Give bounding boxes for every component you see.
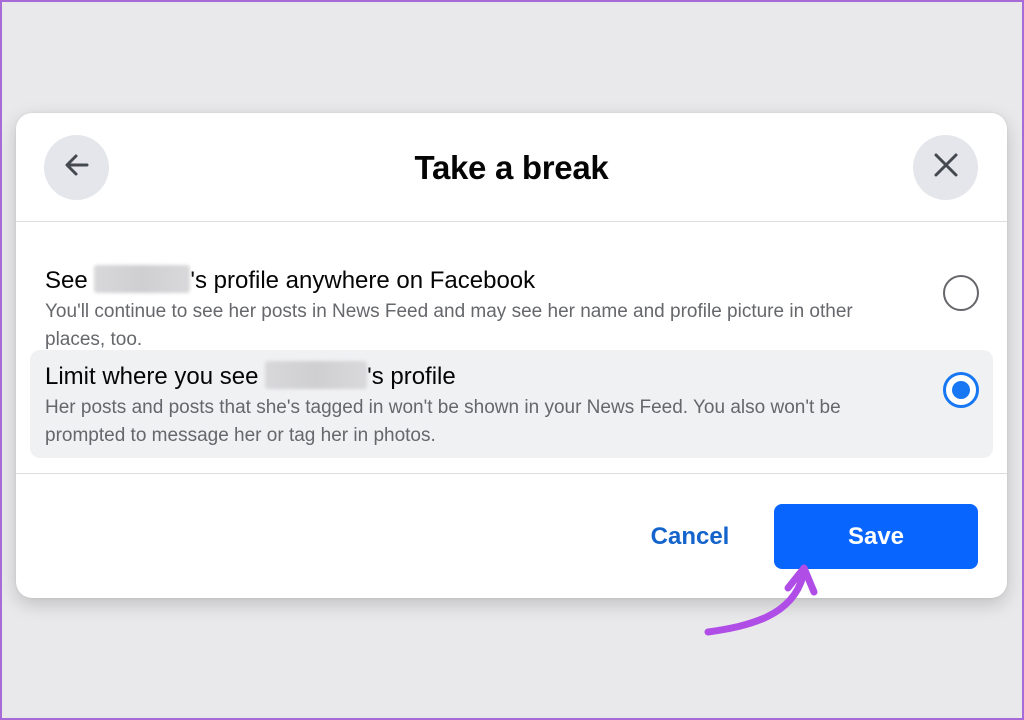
dialog-header: Take a break bbox=[16, 113, 1007, 222]
radio-see-profile-anywhere[interactable] bbox=[943, 275, 979, 311]
option-title-prefix: See bbox=[45, 267, 95, 294]
option-limit-profile[interactable]: Limit where you see 's profile Her posts… bbox=[30, 350, 993, 458]
radio-limit-profile[interactable] bbox=[943, 372, 979, 408]
redacted-name bbox=[265, 361, 368, 389]
option-description: You'll continue to see her posts in News… bbox=[45, 301, 853, 350]
close-button[interactable] bbox=[913, 135, 978, 200]
option-title: Limit where you see 's profile bbox=[45, 361, 456, 391]
option-title-prefix: Limit where you see bbox=[45, 363, 266, 390]
option-see-profile-anywhere[interactable]: See 's profile anywhere on Facebook You'… bbox=[30, 239, 993, 350]
radio-selected-dot bbox=[952, 381, 970, 399]
break-options: See 's profile anywhere on Facebook You'… bbox=[16, 222, 1007, 474]
dialog-footer: Cancel Save bbox=[16, 474, 1007, 598]
take-a-break-dialog: Take a break See 's profile anywhere on … bbox=[16, 113, 1007, 598]
dialog-title: Take a break bbox=[414, 149, 609, 186]
option-title: See 's profile anywhere on Facebook bbox=[45, 265, 535, 295]
redacted-name bbox=[94, 265, 191, 293]
cancel-button[interactable]: Cancel bbox=[628, 505, 752, 569]
save-button[interactable]: Save bbox=[774, 504, 978, 569]
option-title-suffix: 's profile bbox=[367, 363, 456, 390]
option-title-suffix: 's profile anywhere on Facebook bbox=[190, 267, 536, 294]
close-icon bbox=[931, 150, 961, 185]
option-description: Her posts and posts that she's tagged in… bbox=[45, 397, 841, 446]
